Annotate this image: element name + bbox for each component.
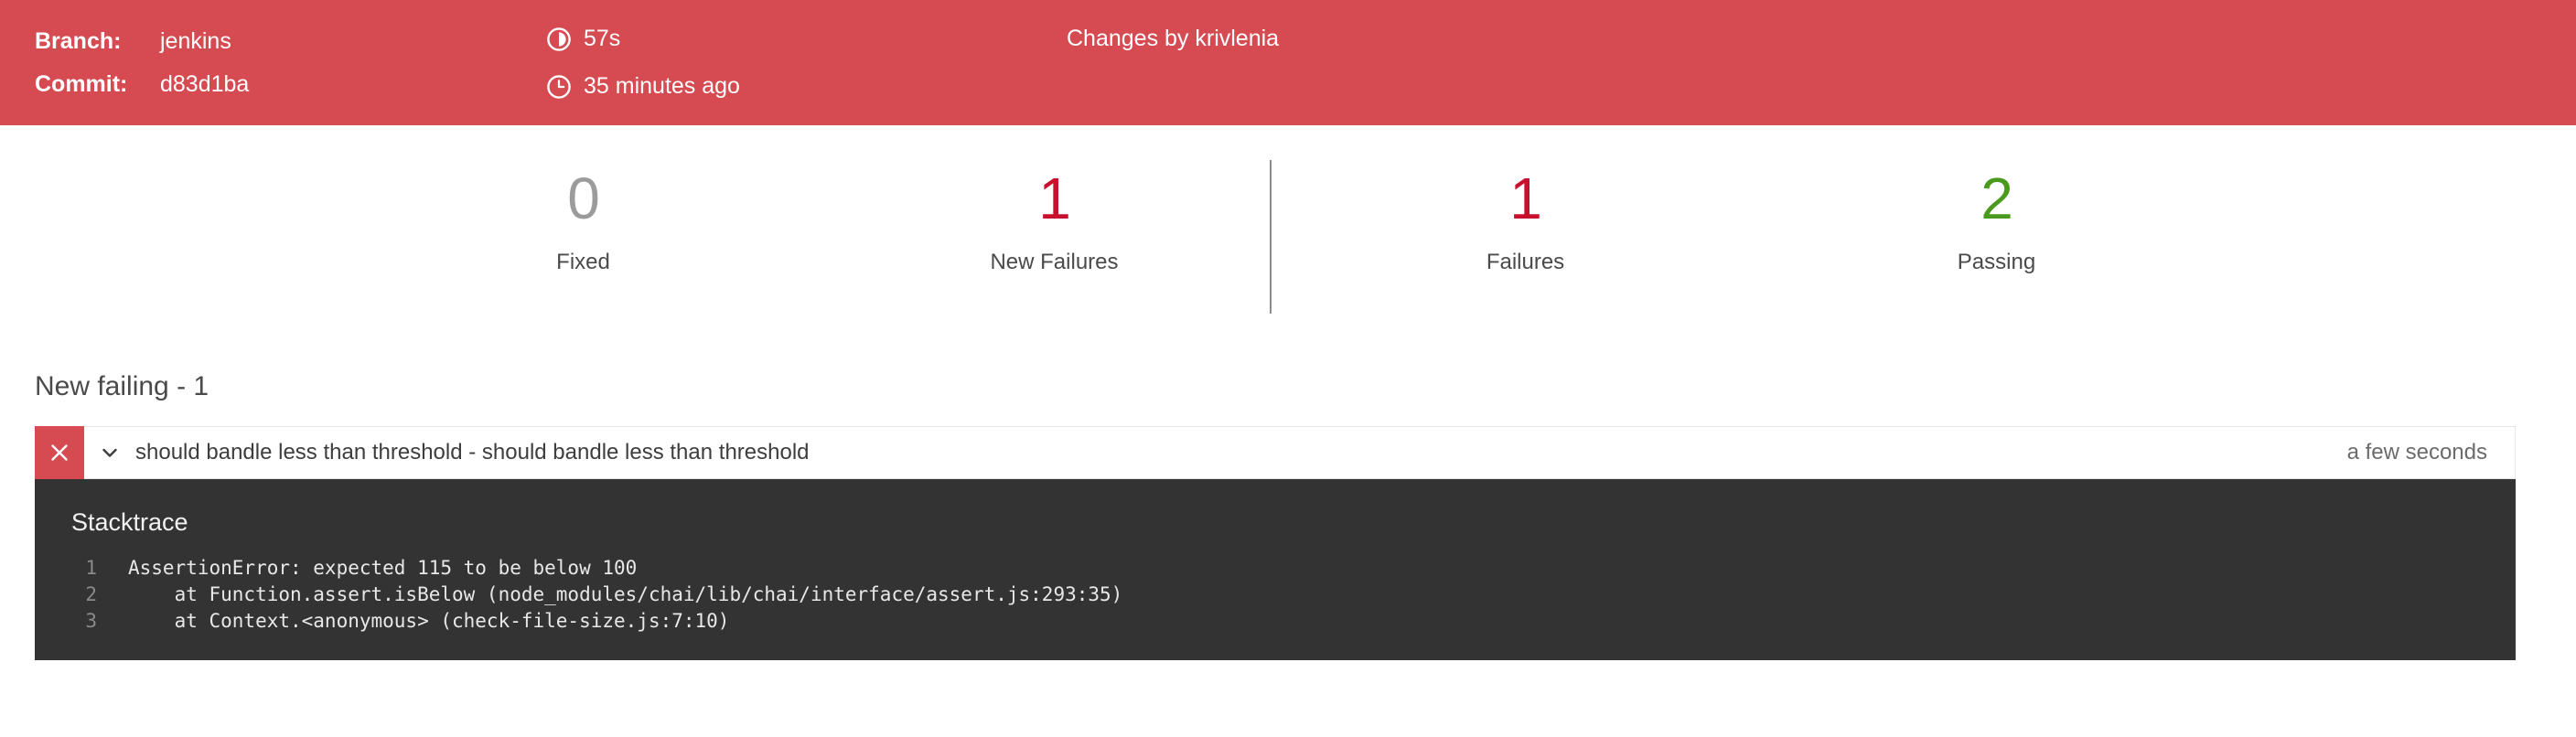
stat-new-failures: 1 New Failures (819, 169, 1290, 273)
line-number: 2 (85, 583, 97, 605)
close-x-icon (48, 442, 70, 464)
commit-row: Commit: d83d1ba (35, 70, 250, 97)
stat-fixed-label: Fixed (556, 250, 610, 274)
duration-pie-icon (545, 26, 573, 53)
run-timing-group: 57s 35 minutes ago (545, 0, 740, 125)
line-number: 1 (85, 557, 97, 579)
stat-fixed-value: 0 (567, 166, 600, 231)
stat-failures-label: Failures (1486, 250, 1565, 274)
duration-row: 57s (545, 26, 740, 53)
changes-group: Changes by krivlenia (1067, 0, 1279, 125)
stats-row: 0 Fixed 1 New Failures 1 Failures 2 Pass… (348, 125, 2232, 317)
stat-passing-value: 2 (1980, 166, 2013, 231)
stacktrace-title: Stacktrace (71, 508, 188, 536)
table-row[interactable]: should bandle less than threshold - shou… (35, 426, 2516, 479)
stats-divider (1270, 160, 1272, 314)
list-item: 2 at Function.assert.isBelow (node_modul… (35, 582, 2516, 608)
line-number: 3 (85, 610, 97, 632)
duration-value: 57s (584, 26, 621, 51)
timestamp-value: 35 minutes ago (584, 73, 740, 99)
expand-toggle[interactable] (84, 427, 135, 478)
line-text: AssertionError: expected 115 to be below… (128, 557, 638, 579)
test-duration: a few seconds (2346, 440, 2487, 465)
commit-label: Commit: (35, 70, 128, 97)
stat-failures-value: 1 (1509, 166, 1542, 231)
timestamp-row: 35 minutes ago (545, 73, 740, 101)
list-item: 1 AssertionError: expected 115 to be bel… (35, 555, 2516, 582)
clock-icon (545, 73, 573, 101)
stat-passing-label: Passing (1957, 250, 2036, 274)
branch-row: Branch: jenkins (35, 27, 249, 54)
test-name: should bandle less than threshold - shou… (135, 440, 810, 465)
line-text: at Function.assert.isBelow (node_modules… (128, 583, 1123, 605)
chevron-down-icon (100, 443, 120, 463)
run-header: Branch: jenkins Commit: d83d1ba 57s 35 m… (0, 0, 2576, 125)
branch-label: Branch: (35, 27, 122, 54)
status-badge (35, 426, 84, 479)
stat-failures: 1 Failures (1290, 169, 1761, 273)
stat-new-failures-label: New Failures (990, 250, 1119, 274)
stat-fixed: 0 Fixed (348, 169, 819, 273)
new-failing-list: should bandle less than threshold - shou… (35, 426, 2516, 660)
stat-new-failures-value: 1 (1038, 166, 1071, 231)
commit-value: d83d1ba (160, 70, 250, 97)
stacktrace-panel: Stacktrace 1 AssertionError: expected 11… (35, 479, 2516, 660)
list-item: 3 at Context.<anonymous> (check-file-siz… (35, 608, 2516, 635)
run-meta-group: Branch: jenkins Commit: d83d1ba (35, 0, 249, 125)
test-summary-stats: 0 Fixed 1 New Failures 1 Failures 2 Pass… (0, 125, 2576, 317)
line-text: at Context.<anonymous> (check-file-size.… (128, 610, 730, 632)
page-title: New failing - 1 (35, 371, 209, 401)
stacktrace-code[interactable]: 1 AssertionError: expected 115 to be bel… (35, 555, 2516, 635)
stat-passing: 2 Passing (1761, 169, 2232, 273)
changes-by-text: Changes by krivlenia (1067, 26, 1280, 51)
branch-value: jenkins (160, 27, 231, 54)
